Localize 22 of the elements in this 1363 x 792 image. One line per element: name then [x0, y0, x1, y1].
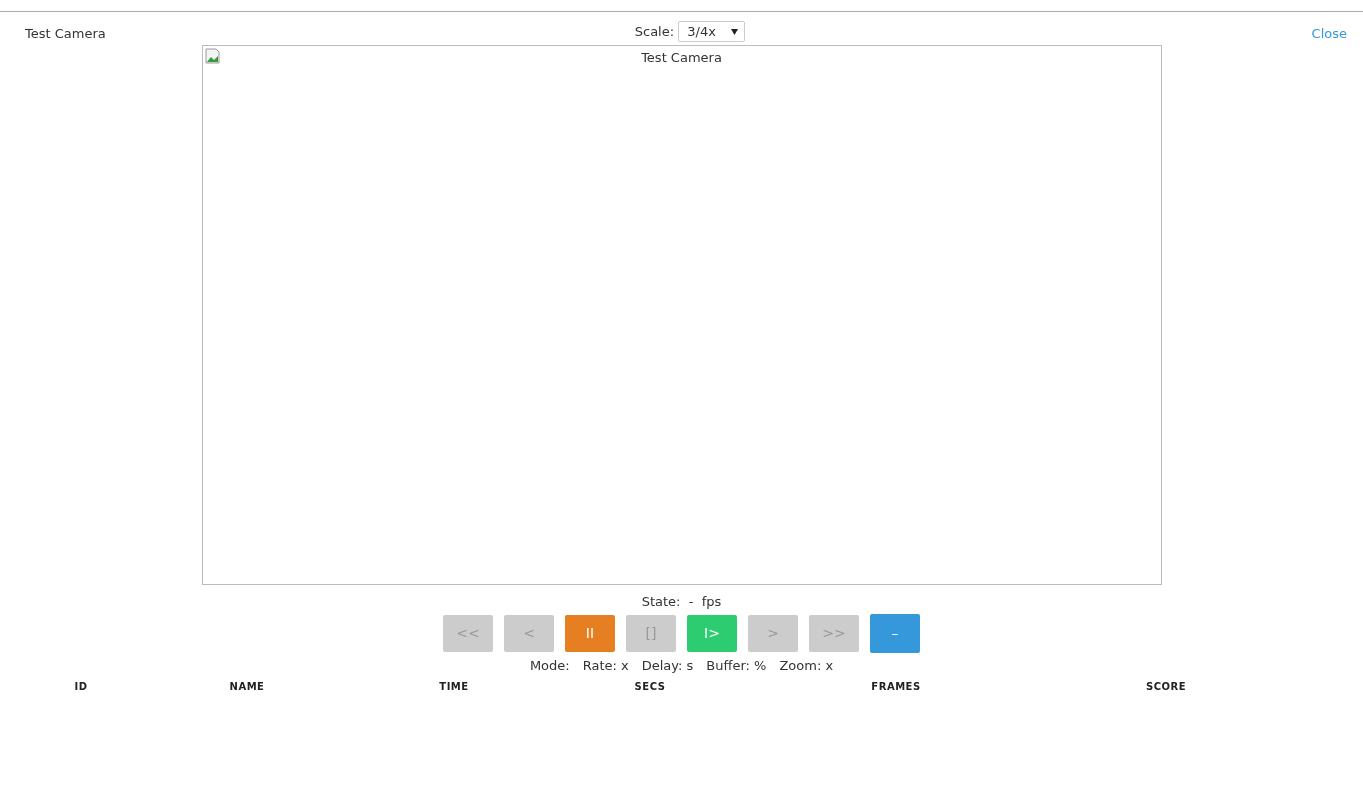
camera-title: Test Camera [25, 26, 106, 41]
stream-info-text: Rate: x [582, 656, 629, 675]
playback-button[interactable]: II [565, 614, 615, 652]
stream-alt-text: Test Camera [641, 50, 722, 65]
column-header: NAME [229, 681, 265, 692]
stream-info-text: Zoom: x [779, 656, 834, 675]
stream-info-text: Buffer: % [706, 656, 767, 675]
column-header: ID [74, 681, 88, 692]
scale-label: Scale: [634, 24, 675, 39]
column-header: TIME [439, 681, 469, 692]
stream-info-text: Delay: s [641, 656, 694, 675]
column-header: SCORE [1145, 681, 1187, 692]
column-header: FRAMES [871, 681, 921, 692]
scale-select[interactable]: 3/4x [678, 21, 746, 42]
playback-button[interactable]: I> [687, 614, 737, 652]
state-text: State: - fps [641, 594, 722, 609]
broken-image-icon [204, 48, 221, 64]
column-header: SECS [634, 681, 666, 692]
close-link[interactable]: Close [1311, 26, 1347, 41]
playback-button[interactable]: – [870, 613, 920, 653]
caret-icon [731, 29, 739, 35]
stream-info-text: Mode: [529, 656, 570, 675]
